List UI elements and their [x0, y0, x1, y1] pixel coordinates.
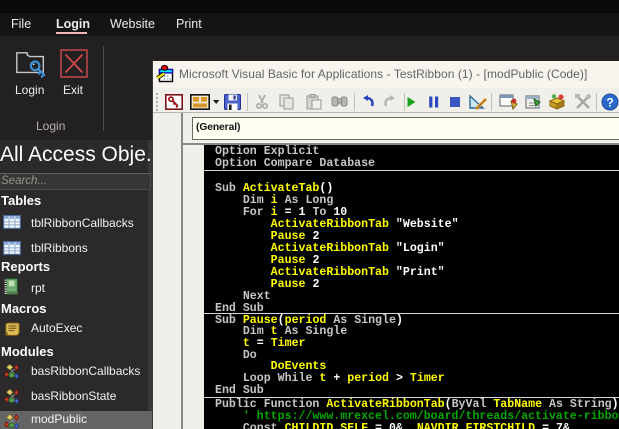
svg-text:?: ? — [606, 96, 613, 110]
